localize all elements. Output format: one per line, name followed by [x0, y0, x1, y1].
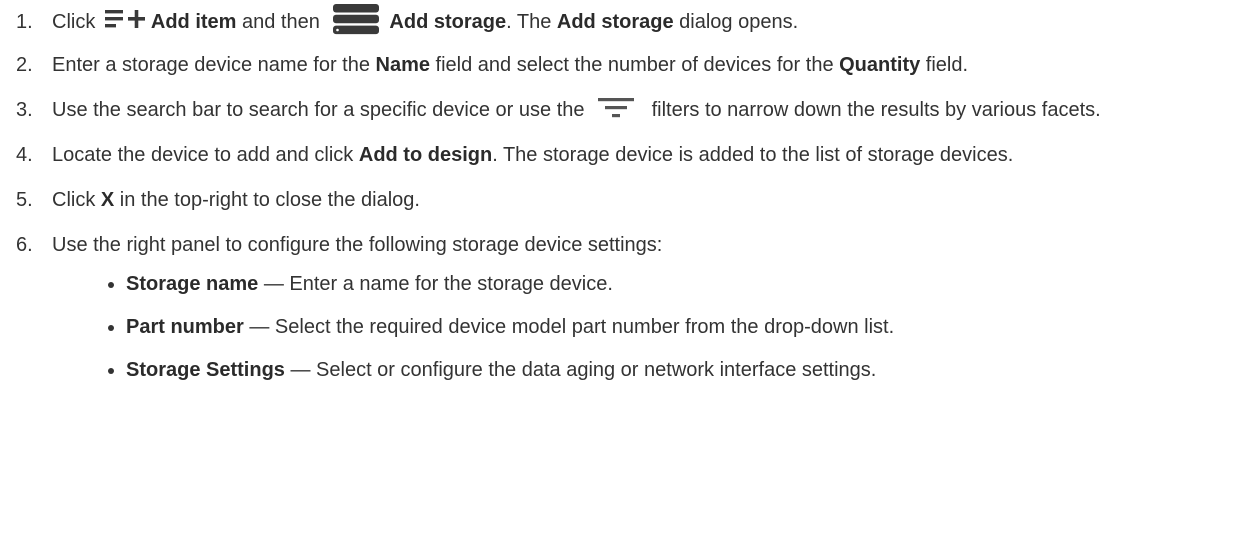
add-storage-label: Add storage [389, 11, 507, 33]
settings-term: Storage Settings [126, 359, 285, 381]
step-text: . The [506, 11, 557, 33]
step-text: Locate the device to add and click [52, 144, 359, 166]
settings-desc: — Enter a name for the storage device. [258, 273, 613, 295]
step-text: . The storage device is added to the lis… [492, 144, 1014, 166]
step-4: 4. Locate the device to add and click Add… [0, 139, 1232, 172]
step-6: 6. Use the right panel to configure the f… [0, 229, 1232, 387]
step-number: 2. [16, 54, 33, 76]
settings-desc: — Select or configure the data aging or … [284, 359, 877, 381]
close-x-label: X [100, 189, 115, 211]
settings-desc: — Select the required device model part … [243, 316, 895, 338]
procedure-steps: 1. Click Add item and then Add storage. T… [0, 3, 1233, 387]
step-2: 2. Enter a storage device name for the Na… [0, 49, 1232, 82]
add-item-icon [103, 7, 147, 33]
step-text: Enter a storage device name for the [52, 54, 376, 76]
step-number: 1. [16, 11, 33, 33]
add-item-label: Add item [150, 11, 237, 33]
dialog-name: Add storage [556, 11, 674, 33]
step-1: 1. Click Add item and then Add storage. T… [0, 3, 1232, 39]
step-text: dialog opens. [673, 11, 799, 33]
step-text: Click [52, 11, 101, 33]
step-text: field. [920, 54, 969, 76]
quantity-field-label: Quantity [839, 54, 921, 76]
step-text: filters to narrow down the results by va… [646, 99, 1101, 121]
add-to-design-label: Add to design [358, 144, 493, 166]
step-number: 5. [16, 189, 33, 211]
storage-icon [331, 3, 381, 35]
step-number: 3. [16, 99, 33, 121]
step-number: 6. [16, 234, 33, 256]
step-number: 4. [16, 144, 33, 166]
step-3: 3. Use the search bar to search for a spe… [0, 94, 1232, 127]
step-text: Click [52, 189, 101, 211]
step-text: Use the right panel to configure the fol… [52, 234, 663, 256]
settings-item-part-number: Part number — Select the required device… [108, 311, 1232, 344]
settings-term: Storage name [126, 273, 259, 295]
step-5: 5. Click X in the top-right to close the … [0, 184, 1232, 217]
name-field-label: Name [375, 54, 430, 76]
step-text: in the top-right to close the dialog. [114, 189, 420, 211]
storage-settings-list: Storage name — Enter a name for the stor… [52, 268, 1232, 387]
step-text: Use the search bar to search for a speci… [52, 99, 591, 121]
document-body: 1. Click Add item and then Add storage. T… [0, 0, 1233, 542]
filter-icon [594, 95, 638, 119]
step-text: and then [236, 11, 326, 33]
settings-item-storage-name: Storage name — Enter a name for the stor… [108, 268, 1232, 301]
settings-term: Part number [126, 316, 244, 338]
step-text: field and select the number of devices f… [430, 54, 840, 76]
settings-item-storage-settings: Storage Settings — Select or configure t… [108, 354, 1232, 387]
